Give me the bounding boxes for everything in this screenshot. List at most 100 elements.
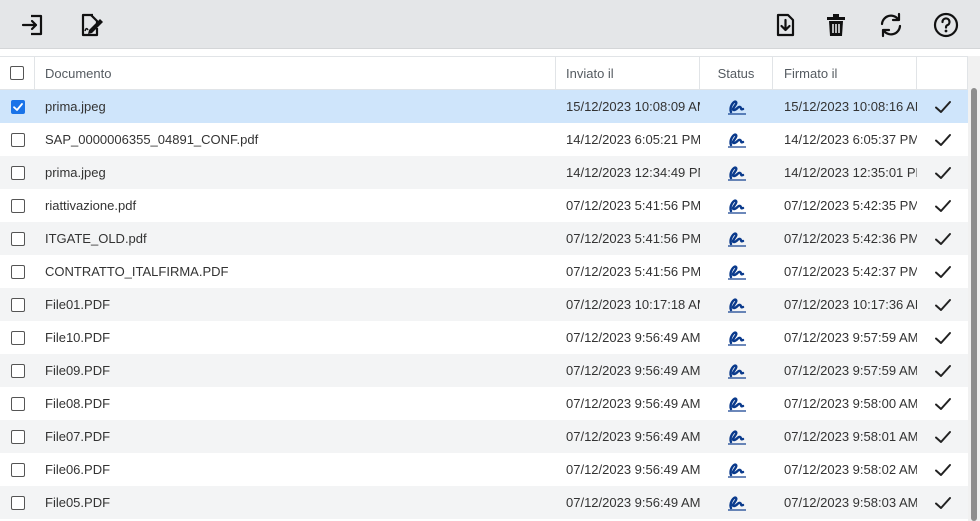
checkmark-icon [934, 166, 951, 179]
row-checkbox[interactable] [10, 99, 25, 114]
table-row[interactable]: File09.PDF 07/12/2023 9:56:49 AM 07/12/202… [0, 354, 968, 387]
document-name-cell: prima.jpeg [45, 165, 106, 180]
download-button[interactable] [768, 8, 802, 42]
document-name-cell: File05.PDF [45, 495, 111, 510]
status-cell [700, 123, 773, 156]
row-checkbox-cell [0, 453, 35, 486]
done-cell [917, 420, 968, 453]
table-row[interactable]: File10.PDF 07/12/2023 9:56:49 AM 07/12/202… [0, 321, 968, 354]
done-cell [917, 90, 968, 123]
refresh-button[interactable] [874, 8, 908, 42]
checkmark-icon [934, 199, 951, 212]
column-header-status[interactable]: Status [700, 57, 773, 89]
row-checkbox-cell [0, 90, 35, 123]
column-header-blank [917, 57, 968, 89]
vertical-scrollbar[interactable] [968, 56, 980, 521]
status-cell [700, 189, 773, 222]
help-button[interactable] [929, 8, 963, 42]
document-name-cell: File07.PDF [45, 429, 111, 444]
done-cell [917, 156, 968, 189]
signed-date-cell: 07/12/2023 9:58:03 AM [784, 495, 917, 510]
column-header-sent[interactable]: Inviato il [556, 57, 700, 89]
done-cell [917, 321, 968, 354]
row-checkbox[interactable] [10, 429, 25, 444]
row-checkbox[interactable] [10, 165, 25, 180]
signature-icon [727, 297, 746, 313]
sent-date-cell: 14/12/2023 6:05:21 PM [566, 132, 700, 147]
table-row[interactable]: File01.PDF 07/12/2023 10:17:18 AM 07/12/20… [0, 288, 968, 321]
status-cell [700, 255, 773, 288]
row-checkbox-cell [0, 420, 35, 453]
checkmark-icon [934, 331, 951, 344]
row-checkbox[interactable] [10, 297, 25, 312]
sent-date-cell: 07/12/2023 9:56:49 AM [566, 495, 700, 510]
import-icon [21, 14, 43, 36]
done-cell [917, 354, 968, 387]
column-header-document[interactable]: Documento [35, 57, 556, 89]
row-checkbox[interactable] [10, 264, 25, 279]
row-checkbox[interactable] [10, 462, 25, 477]
row-checkbox[interactable] [10, 198, 25, 213]
done-cell [917, 123, 968, 156]
refresh-icon [880, 12, 902, 38]
row-checkbox-cell [0, 354, 35, 387]
done-cell [917, 255, 968, 288]
signed-date-cell: 15/12/2023 10:08:16 AM [784, 99, 917, 114]
table-row[interactable]: File05.PDF 07/12/2023 9:56:49 AM 07/12/202… [0, 486, 968, 519]
select-all-checkbox[interactable] [10, 66, 24, 80]
table-row[interactable]: CONTRATTO_ITALFIRMA.PDF 07/12/2023 5:41:5… [0, 255, 968, 288]
document-name-cell: riattivazione.pdf [45, 198, 137, 213]
sent-date-cell: 07/12/2023 5:41:56 PM [566, 198, 700, 213]
table-row[interactable]: File08.PDF 07/12/2023 9:56:49 AM 07/12/202… [0, 387, 968, 420]
row-checkbox[interactable] [10, 363, 25, 378]
signed-date-cell: 07/12/2023 9:57:59 AM [784, 363, 917, 378]
checkmark-icon [934, 100, 951, 113]
checkmark-icon [934, 496, 951, 509]
row-checkbox[interactable] [10, 495, 25, 510]
status-cell [700, 222, 773, 255]
sent-date-cell: 07/12/2023 9:56:49 AM [566, 363, 700, 378]
import-button[interactable] [17, 8, 51, 42]
status-cell [700, 288, 773, 321]
sent-date-cell: 07/12/2023 9:56:49 AM [566, 462, 700, 477]
row-checkbox-cell [0, 156, 35, 189]
checkmark-icon [934, 232, 951, 245]
done-cell [917, 486, 968, 519]
done-cell [917, 288, 968, 321]
sent-date-cell: 07/12/2023 5:41:56 PM [566, 264, 700, 279]
table-row[interactable]: prima.jpeg 14/12/2023 12:34:49 PM 14/12/20… [0, 156, 968, 189]
table-row[interactable]: riattivazione.pdf 07/12/2023 5:41:56 PM 07… [0, 189, 968, 222]
row-checkbox[interactable] [10, 231, 25, 246]
scrollbar-thumb[interactable] [971, 88, 977, 521]
row-checkbox-cell [0, 255, 35, 288]
signed-date-cell: 07/12/2023 5:42:35 PM [784, 198, 917, 213]
column-header-signed[interactable]: Firmato il [773, 57, 917, 89]
table-row[interactable]: prima.jpeg 15/12/2023 10:08:09 AM 15/12/20… [0, 90, 968, 123]
signature-icon [727, 231, 746, 247]
delete-button[interactable] [819, 8, 853, 42]
row-checkbox-cell [0, 486, 35, 519]
sign-document-button[interactable] [73, 8, 107, 42]
document-name-cell: ITGATE_OLD.pdf [45, 231, 147, 246]
table-row[interactable]: SAP_0000006355_04891_CONF.pdf 14/12/2023 … [0, 123, 968, 156]
signature-icon [727, 429, 746, 445]
checkmark-icon [934, 463, 951, 476]
signature-icon [727, 330, 746, 346]
row-checkbox[interactable] [10, 396, 25, 411]
table-row[interactable]: File07.PDF 07/12/2023 9:56:49 AM 07/12/202… [0, 420, 968, 453]
signed-date-cell: 07/12/2023 9:58:00 AM [784, 396, 917, 411]
signed-date-cell: 07/12/2023 5:42:37 PM [784, 264, 917, 279]
row-checkbox-cell [0, 189, 35, 222]
row-checkbox[interactable] [10, 330, 25, 345]
done-cell [917, 387, 968, 420]
status-cell [700, 486, 773, 519]
checkmark-icon [934, 364, 951, 377]
row-checkbox[interactable] [10, 132, 25, 147]
row-checkbox-cell [0, 387, 35, 420]
table-row[interactable]: ITGATE_OLD.pdf 07/12/2023 5:41:56 PM 07/12… [0, 222, 968, 255]
sent-date-cell: 15/12/2023 10:08:09 AM [566, 99, 700, 114]
signature-icon [727, 264, 746, 280]
sent-date-cell: 07/12/2023 9:56:49 AM [566, 429, 700, 444]
document-name-cell: File06.PDF [45, 462, 111, 477]
table-row[interactable]: File06.PDF 07/12/2023 9:56:49 AM 07/12/202… [0, 453, 968, 486]
